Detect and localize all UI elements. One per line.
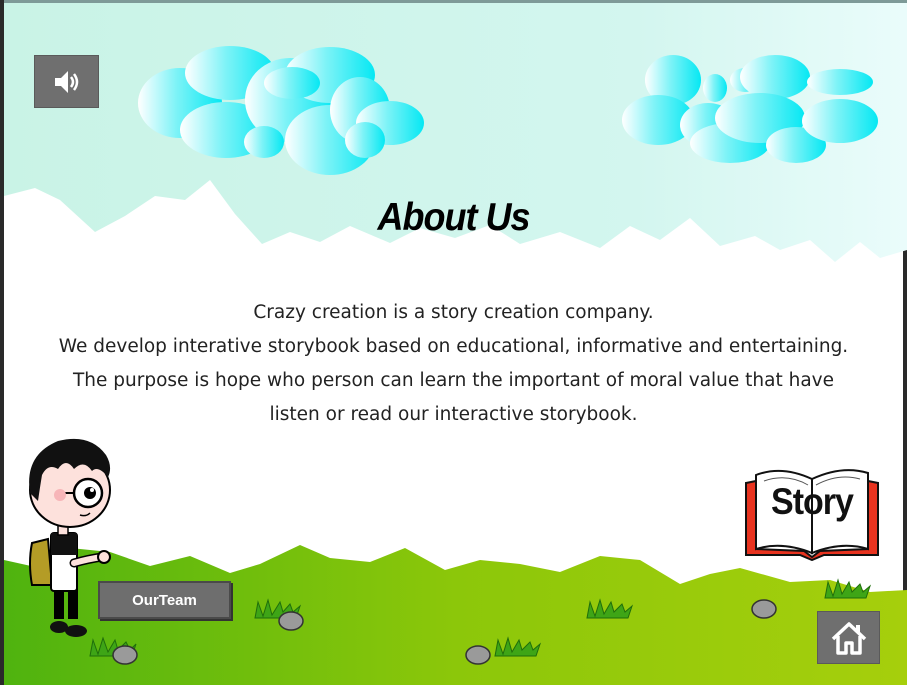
home-icon <box>831 621 866 655</box>
about-line: listen or read our interactive storybook… <box>269 404 638 425</box>
story-button[interactable]: Story <box>742 461 882 562</box>
about-line: We develop interative storybook based on… <box>58 336 849 357</box>
sound-button[interactable] <box>34 55 99 108</box>
about-us-page: About Us Crazy creation is a story creat… <box>0 0 907 685</box>
speaker-icon <box>54 70 78 93</box>
page-title: About Us <box>377 194 531 239</box>
about-paragraph: Crazy creation is a story creation compa… <box>40 296 867 432</box>
home-button[interactable] <box>817 611 880 664</box>
about-line: The purpose is hope who person can learn… <box>72 370 835 391</box>
about-line: Crazy creation is a story creation compa… <box>253 302 654 323</box>
our-team-button[interactable]: OurTeam <box>98 581 231 619</box>
story-button-label: Story <box>771 481 854 523</box>
